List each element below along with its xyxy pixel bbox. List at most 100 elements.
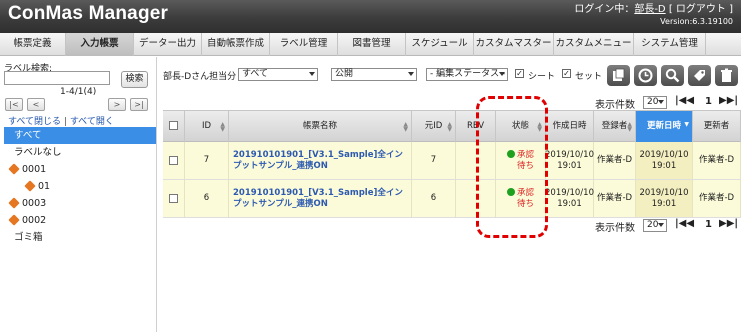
header-updated-date[interactable]: 更新日時 ▼ xyxy=(636,111,693,142)
row-form-name-link[interactable]: 201910101901_[V3.1_Sample]全インプットサンプル_連携O… xyxy=(229,142,412,179)
tab-label-management[interactable]: ラベル管理 xyxy=(270,33,338,56)
chevron-down-icon xyxy=(408,72,414,76)
label-pager-next-button[interactable]: > xyxy=(108,98,126,111)
visibility-filter-select[interactable]: 公開 xyxy=(331,68,417,81)
tree-item-0003[interactable]: 0003 xyxy=(4,195,156,212)
history-button[interactable] xyxy=(634,65,657,86)
header-label: ID xyxy=(201,121,212,131)
row-registrant: 作業者-D xyxy=(594,180,636,217)
header-label: 元ID xyxy=(424,121,443,131)
tree-item-unlabeled[interactable]: ラベルなし xyxy=(4,144,156,161)
tab-system-management[interactable]: システム管理 xyxy=(634,33,706,56)
label-tag-icon xyxy=(8,197,20,209)
tree-item-label: 0001 xyxy=(22,164,47,175)
app-header: ConMas Manager ログイン中：部長-D [ ログアウト ] Vers… xyxy=(0,0,741,33)
collapse-all-link[interactable]: すべて閉じる xyxy=(8,117,61,127)
header-rev[interactable]: REV xyxy=(456,111,496,142)
page-last-button-bottom[interactable]: ▶▶| xyxy=(719,218,738,229)
tree-item-label: ゴミ箱 xyxy=(14,232,43,243)
tree-item-label: 0002 xyxy=(22,215,47,226)
row-status: 承認 待ち xyxy=(496,142,546,179)
sort-icon: ▲ ▼ xyxy=(403,121,408,133)
header-label: 作成日時 xyxy=(552,121,587,131)
tab-custom-master[interactable]: カスタムマスター xyxy=(474,33,554,56)
search-button[interactable] xyxy=(661,65,684,86)
tree-item-all[interactable]: すべて xyxy=(4,127,156,144)
status-line2: 待ち xyxy=(516,198,534,209)
header-label: 状態 xyxy=(511,121,529,131)
edit-status-select[interactable]: - 編集ステータス - xyxy=(426,68,508,81)
page-first-button-bottom[interactable]: |◀◀ xyxy=(675,218,694,229)
filter-toolbar: 部長-Dさん担当分 すべて 公開 - 編集ステータス - ✓ シート ✓ セット xyxy=(163,64,741,86)
visibility-filter-value: 公開 xyxy=(335,69,354,79)
chevron-down-icon xyxy=(309,72,315,76)
header-label: 更新日時 xyxy=(646,121,681,131)
label-pager-count: 1-4/1(4) xyxy=(60,87,97,97)
current-page-bottom: 1 xyxy=(705,219,712,230)
label-search-input[interactable] xyxy=(4,71,110,85)
header-label: REV xyxy=(466,121,485,131)
label-search-button[interactable]: 検索 xyxy=(121,71,148,88)
row-checkbox[interactable] xyxy=(169,156,178,165)
tab-data-output[interactable]: データー出力 xyxy=(134,33,202,56)
sort-icon: ▲ ▼ xyxy=(220,121,225,133)
page-first-button-top[interactable]: |◀◀ xyxy=(675,95,694,106)
login-info: ログイン中：部長-D [ ログアウト ] Version:6.3.19100 xyxy=(574,4,733,28)
header-label: 登録者 xyxy=(601,121,628,131)
label-pager-last-button[interactable]: >| xyxy=(130,98,148,111)
tab-form-definition[interactable]: 帳票定義 xyxy=(0,33,66,56)
search-icon xyxy=(665,68,680,83)
tab-library-management[interactable]: 図書管理 xyxy=(338,33,406,56)
display-count-label-bottom: 表示件数 xyxy=(595,223,635,234)
table-header: ID ▲ ▼ 帳票名称 ▲ ▼ 元ID ▲ ▼ REV 状態 ▲ ▼ 作成日時 登録者 ▲ ▼ 更新… xyxy=(163,110,741,142)
header-id[interactable]: ID ▲ ▼ xyxy=(185,111,229,142)
display-count-select-top[interactable]: 20 xyxy=(643,96,667,109)
label-pager-prev-button[interactable]: < xyxy=(27,98,45,111)
page-last-button-top[interactable]: ▶▶| xyxy=(719,95,738,106)
tree-item-0001[interactable]: 0001 xyxy=(4,161,156,178)
header-status[interactable]: 状態 ▲ ▼ xyxy=(496,111,546,142)
owner-filter-select[interactable]: すべて xyxy=(238,68,318,81)
tab-custom-menu[interactable]: カスタムメニュー xyxy=(554,33,634,56)
copy-icon xyxy=(613,68,625,81)
header-select-all[interactable] xyxy=(163,111,185,142)
display-count-select-bottom[interactable]: 20 xyxy=(643,219,667,232)
row-checkbox[interactable] xyxy=(169,194,178,203)
set-checkbox-label: セット xyxy=(575,72,603,82)
app-title: ConMas Manager xyxy=(8,3,169,24)
login-user-link[interactable]: 部長-D xyxy=(634,4,665,15)
header-created-date[interactable]: 作成日時 xyxy=(546,111,594,142)
table-row[interactable]: 7 201910101901_[V3.1_Sample]全インプットサンプル_連… xyxy=(163,142,741,180)
logout-link[interactable]: [ ログアウト ] xyxy=(669,4,733,15)
delete-button[interactable] xyxy=(715,65,738,86)
row-created: 2019/10/10 19:01 xyxy=(545,180,594,217)
copy-button[interactable] xyxy=(607,65,630,86)
tree-item-01[interactable]: 01 xyxy=(4,178,156,195)
sheet-checkbox[interactable]: ✓ xyxy=(515,69,524,78)
label-pager-first-button[interactable]: |< xyxy=(5,98,23,111)
row-updater: 作業者-D xyxy=(693,180,741,217)
tree-item-trash[interactable]: ゴミ箱 xyxy=(4,229,156,246)
tab-auto-form-creation[interactable]: 自動帳票作成 xyxy=(202,33,270,56)
header-source-id[interactable]: 元ID ▲ ▼ xyxy=(412,111,456,142)
table-row[interactable]: 6 201910101901_[V3.1_Sample]全インプットサンプル_連… xyxy=(163,180,741,218)
set-checkbox[interactable]: ✓ xyxy=(562,69,571,78)
header-updater[interactable]: 更新者 xyxy=(693,111,741,142)
tree-item-0002[interactable]: 0002 xyxy=(4,212,156,229)
row-rev xyxy=(456,142,496,179)
tree-item-label: すべて xyxy=(14,130,42,141)
tree-toggle-links: すべて閉じる | すべて開く xyxy=(8,114,114,127)
display-count-value-top: 20 xyxy=(647,97,659,107)
row-form-name-link[interactable]: 201910101901_[V3.1_Sample]全インプットサンプル_連携O… xyxy=(229,180,412,217)
tab-schedule[interactable]: スケジュール xyxy=(406,33,474,56)
label-attach-button[interactable] xyxy=(688,65,711,86)
chevron-down-icon xyxy=(658,100,664,104)
expand-all-link[interactable]: すべて開く xyxy=(70,117,114,127)
current-page-top: 1 xyxy=(705,96,712,107)
row-updated: 2019/10/10 19:01 xyxy=(636,142,693,179)
tab-input-forms[interactable]: 入力帳票 xyxy=(66,33,134,56)
header-form-name[interactable]: 帳票名称 ▲ ▼ xyxy=(229,111,412,142)
header-registrant[interactable]: 登録者 ▲ ▼ xyxy=(594,111,636,142)
header-label: 帳票名称 xyxy=(302,121,337,131)
select-all-checkbox[interactable] xyxy=(169,121,178,130)
